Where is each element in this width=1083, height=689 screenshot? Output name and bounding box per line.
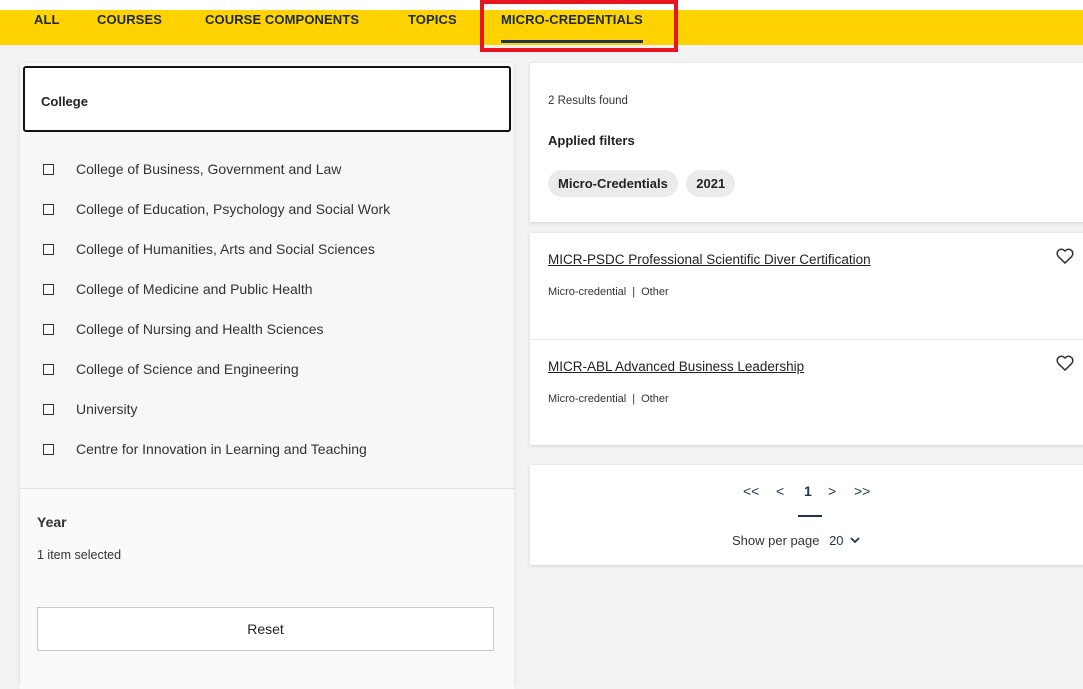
top-strip [0, 0, 1083, 10]
current-page-indicator [798, 515, 822, 517]
meta-separator: | [632, 393, 636, 405]
tab-topics[interactable]: TOPICS [408, 10, 457, 45]
current-page[interactable]: 1 [804, 483, 812, 499]
checkbox[interactable] [43, 284, 54, 295]
result-meta: Micro-credential | Other [548, 286, 669, 298]
tab-courses[interactable]: COURSES [97, 10, 162, 45]
per-page-select[interactable]: 20 [829, 533, 860, 548]
college-checkbox-list: College of Business, Government and Law … [20, 149, 514, 469]
college-option[interactable]: University [20, 389, 514, 429]
results-count: 2 Results found [548, 95, 628, 107]
college-option[interactable]: College of Medicine and Public Health [20, 269, 514, 309]
result-meta: Micro-credential | Other [548, 393, 669, 405]
college-option[interactable]: College of Humanities, Arts and Social S… [20, 229, 514, 269]
college-option[interactable]: Centre for Innovation in Learning and Te… [20, 429, 514, 469]
year-filter-summary: 1 item selected [37, 548, 122, 562]
favourite-heart-icon[interactable] [1055, 353, 1075, 373]
result-type: Micro-credential [548, 393, 627, 405]
year-filter[interactable]: Year 1 item selected Reset [20, 489, 514, 689]
pagination-card: << < 1 > >> Show per page 20 [530, 465, 1083, 565]
result-item: MICR-PSDC Professional Scientific Diver … [530, 233, 1083, 339]
per-page-label: Show per page [732, 533, 820, 548]
tab-all[interactable]: ALL [34, 10, 60, 45]
college-filter-header[interactable]: College [23, 66, 511, 132]
college-option-label: College of Nursing and Health Sciences [76, 321, 324, 337]
chevron-down-icon [850, 537, 860, 544]
result-type: Micro-credential [548, 286, 627, 298]
filter-chip-year[interactable]: 2021 [686, 170, 736, 197]
per-page-control: Show per page 20 [732, 533, 860, 548]
applied-filters-title: Applied filters [548, 133, 635, 148]
result-item: MICR-ABL Advanced Business Leadership Mi… [530, 339, 1083, 446]
college-filter-title: College [41, 94, 88, 109]
result-category: Other [641, 393, 669, 405]
first-page-button[interactable]: << [743, 483, 759, 499]
results-summary-card: 2 Results found Applied filters Micro-Cr… [530, 63, 1083, 222]
favourite-heart-icon[interactable] [1055, 246, 1075, 266]
college-option-label: Centre for Innovation in Learning and Te… [76, 441, 367, 457]
filter-panel: College College of Business, Government … [20, 63, 514, 689]
college-option-label: University [76, 401, 138, 417]
checkbox[interactable] [43, 364, 54, 375]
year-filter-title: Year [37, 514, 67, 530]
checkbox[interactable] [43, 204, 54, 215]
meta-separator: | [632, 286, 636, 298]
college-option-label: College of Education, Psychology and Soc… [76, 201, 391, 217]
applied-filter-chips: Micro-Credentials 2021 [548, 170, 739, 197]
college-option-label: College of Business, Government and Law [76, 161, 342, 177]
result-title-link[interactable]: MICR-ABL Advanced Business Leadership [548, 359, 804, 374]
checkbox[interactable] [43, 404, 54, 415]
college-option[interactable]: College of Business, Government and Law [20, 149, 514, 189]
college-option-label: College of Humanities, Arts and Social S… [76, 241, 375, 257]
per-page-value: 20 [829, 533, 844, 548]
results-list: MICR-PSDC Professional Scientific Diver … [530, 233, 1083, 445]
results-tab-bar: ALL COURSES COURSE COMPONENTS TOPICS MIC… [0, 10, 1083, 45]
result-category: Other [641, 286, 669, 298]
checkbox[interactable] [43, 244, 54, 255]
last-page-button[interactable]: >> [854, 483, 870, 499]
college-option[interactable]: College of Nursing and Health Sciences [20, 309, 514, 349]
college-option[interactable]: College of Education, Psychology and Soc… [20, 189, 514, 229]
next-page-button[interactable]: > [828, 483, 836, 499]
result-title-link[interactable]: MICR-PSDC Professional Scientific Diver … [548, 252, 871, 267]
checkbox[interactable] [43, 324, 54, 335]
prev-page-button[interactable]: < [776, 483, 784, 499]
tab-micro-credentials[interactable]: MICRO-CREDENTIALS [501, 10, 643, 45]
college-option-label: College of Science and Engineering [76, 361, 299, 377]
filter-chip-micro-credentials[interactable]: Micro-Credentials [548, 170, 678, 197]
checkbox[interactable] [43, 164, 54, 175]
tab-course-components[interactable]: COURSE COMPONENTS [205, 10, 359, 45]
college-option-label: College of Medicine and Public Health [76, 281, 313, 297]
college-option[interactable]: College of Science and Engineering [20, 349, 514, 389]
checkbox[interactable] [43, 444, 54, 455]
reset-button[interactable]: Reset [37, 607, 494, 651]
